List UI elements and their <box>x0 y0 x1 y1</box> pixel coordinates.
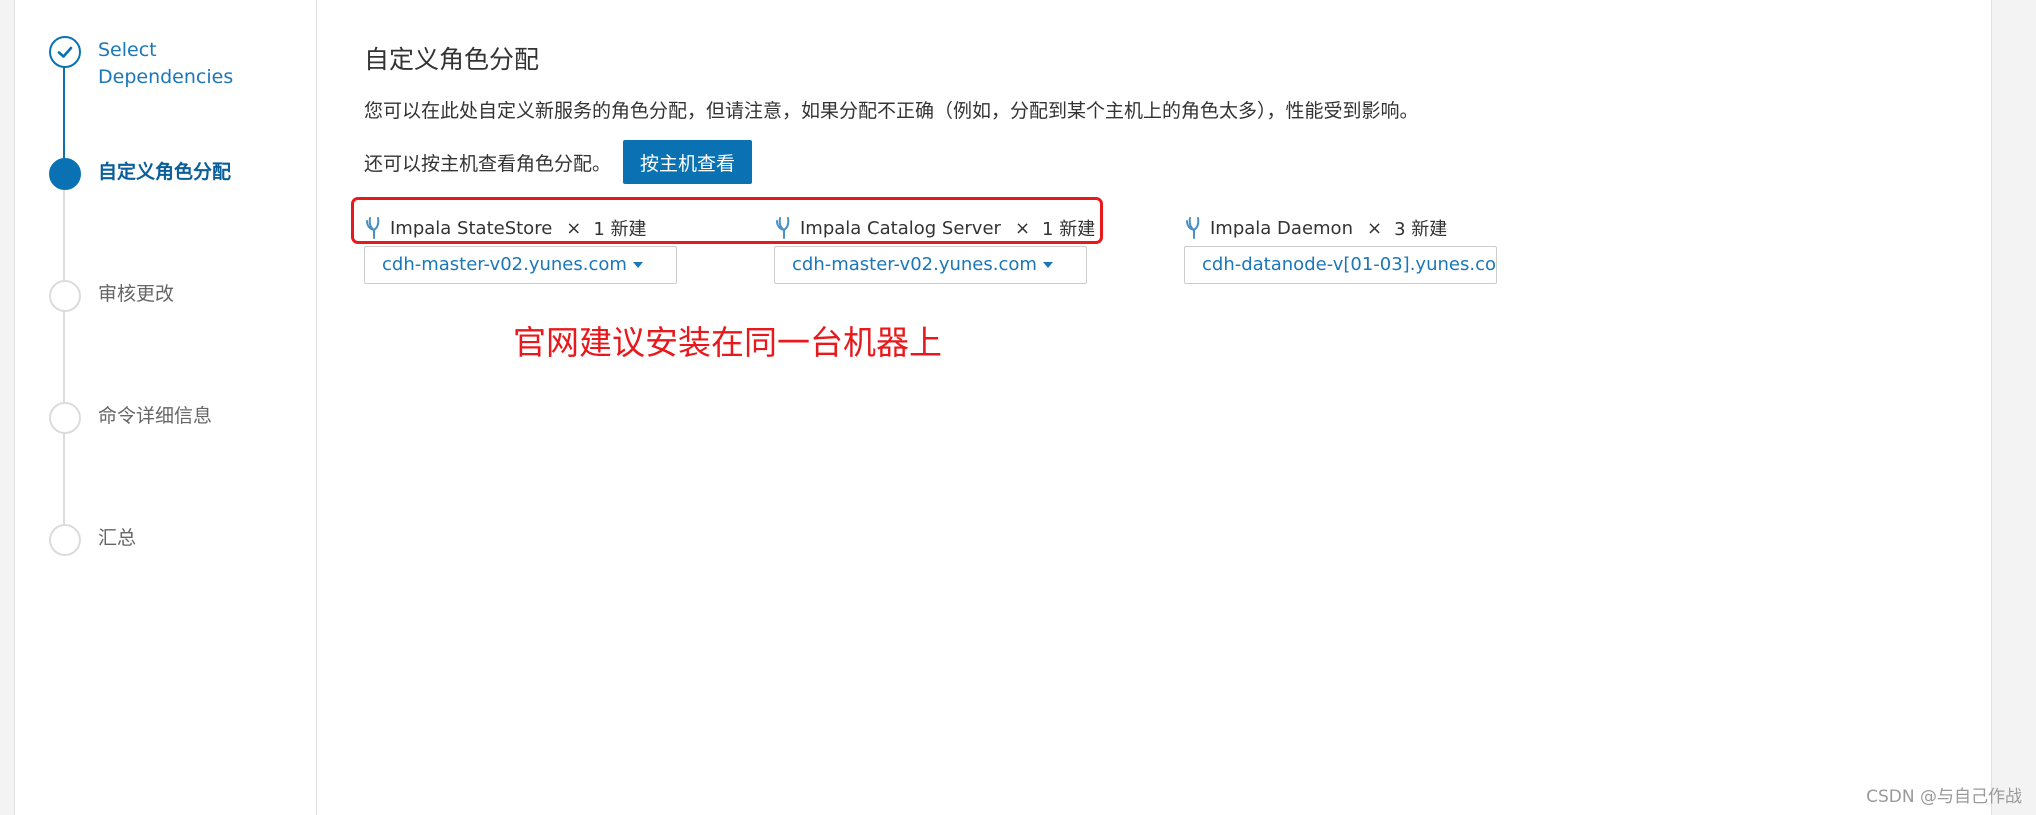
pending-step-icon <box>49 402 81 434</box>
step-label: 命令详细信息 <box>98 405 213 427</box>
view-by-host-button[interactable]: 按主机查看 <box>623 140 753 184</box>
role-header: Impala Daemon × 3 新建 <box>1184 214 1497 242</box>
check-icon <box>49 36 81 68</box>
caret-down-icon <box>632 262 643 268</box>
host-view-row: 还可以按主机查看角色分配。 按主机查看 <box>364 140 753 184</box>
times-sign: × <box>1366 217 1383 239</box>
caret-down-icon <box>1042 262 1053 268</box>
main-content: 自定义角色分配 您可以在此处自定义新服务的角色分配，但请注意，如果分配不正确（例… <box>317 0 1991 815</box>
page-description: 您可以在此处自定义新服务的角色分配，但请注意，如果分配不正确（例如，分配到某个主… <box>364 100 1419 122</box>
host-view-text: 还可以按主机查看角色分配。 <box>364 152 612 175</box>
page-title: 自定义角色分配 <box>364 45 540 74</box>
role-count: 3 新建 <box>1394 219 1448 240</box>
pending-step-icon <box>49 280 81 312</box>
step-select-dependencies[interactable]: Select Dependencies <box>49 36 309 91</box>
role-host-select[interactable]: cdh-datanode-v[01-03].yunes.com <box>1184 246 1497 284</box>
impala-role-icon <box>1186 217 1200 239</box>
step-label: 汇总 <box>98 527 137 549</box>
annotation-highlight-box <box>351 197 1103 244</box>
step-label: 自定义角色分配 <box>98 161 232 183</box>
role-name: Impala Daemon <box>1210 217 1353 239</box>
watermark: CSDN @与自己作战 <box>1866 787 2022 807</box>
wizard-frame: Select Dependencies 自定义角色分配 审核更改 命令详细信息 … <box>14 0 1992 815</box>
step-label: 审核更改 <box>98 283 175 305</box>
step-review-changes[interactable]: 审核更改 <box>49 280 309 312</box>
step-summary[interactable]: 汇总 <box>49 524 309 556</box>
step-label: Select Dependencies <box>98 39 234 88</box>
role-host-select[interactable]: cdh-master-v02.yunes.com <box>774 246 1087 284</box>
role-impala-daemon: Impala Daemon × 3 新建 cdh-datanode-v[01-0… <box>1184 214 1497 284</box>
wizard-steps-sidebar: Select Dependencies 自定义角色分配 审核更改 命令详细信息 … <box>15 0 317 815</box>
role-host-select[interactable]: cdh-master-v02.yunes.com <box>364 246 677 284</box>
pending-step-icon <box>49 524 81 556</box>
step-customize-role-assignment[interactable]: 自定义角色分配 <box>49 158 309 190</box>
annotation-text: 官网建议安装在同一台机器上 <box>513 323 942 362</box>
current-step-icon <box>49 158 81 190</box>
step-command-details[interactable]: 命令详细信息 <box>49 402 309 434</box>
